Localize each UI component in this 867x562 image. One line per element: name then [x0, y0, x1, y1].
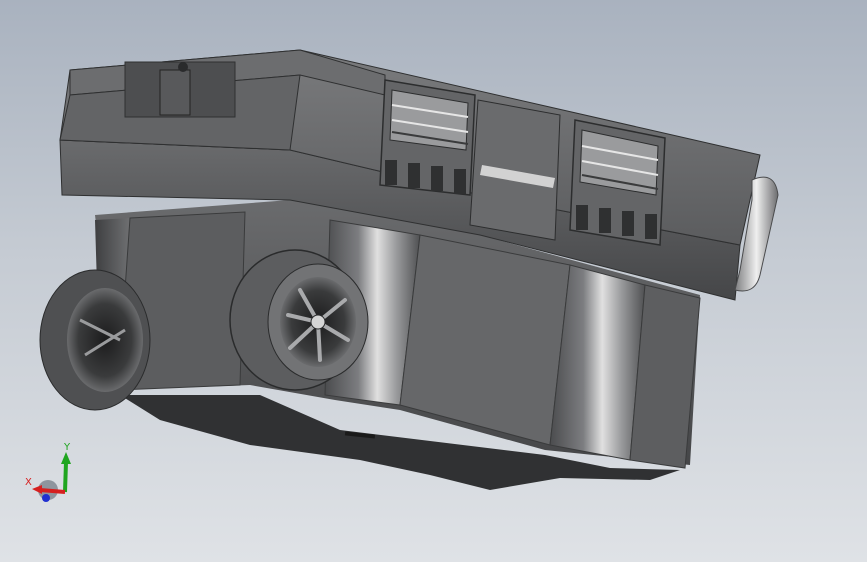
graphics-viewport[interactable]: Y X: [0, 0, 867, 562]
triad-z-axis: [42, 494, 50, 502]
latch-tab: [159, 69, 191, 116]
triad-y-label: Y: [63, 442, 71, 453]
triad-y-axis: [63, 461, 68, 493]
latch-hole: [178, 62, 188, 72]
latch-clip-1: [379, 79, 476, 196]
left-wheel: [39, 269, 151, 411]
3d-model-rendering[interactable]: [0, 0, 867, 562]
triad-x-axis: [39, 488, 66, 494]
coordinate-triad: Y X: [25, 442, 71, 502]
triad-y-arrowhead: [61, 452, 71, 464]
triad-x-arrowhead: [32, 485, 42, 494]
triad-x-label: X: [25, 477, 32, 488]
latch-clip-2: [569, 119, 666, 246]
